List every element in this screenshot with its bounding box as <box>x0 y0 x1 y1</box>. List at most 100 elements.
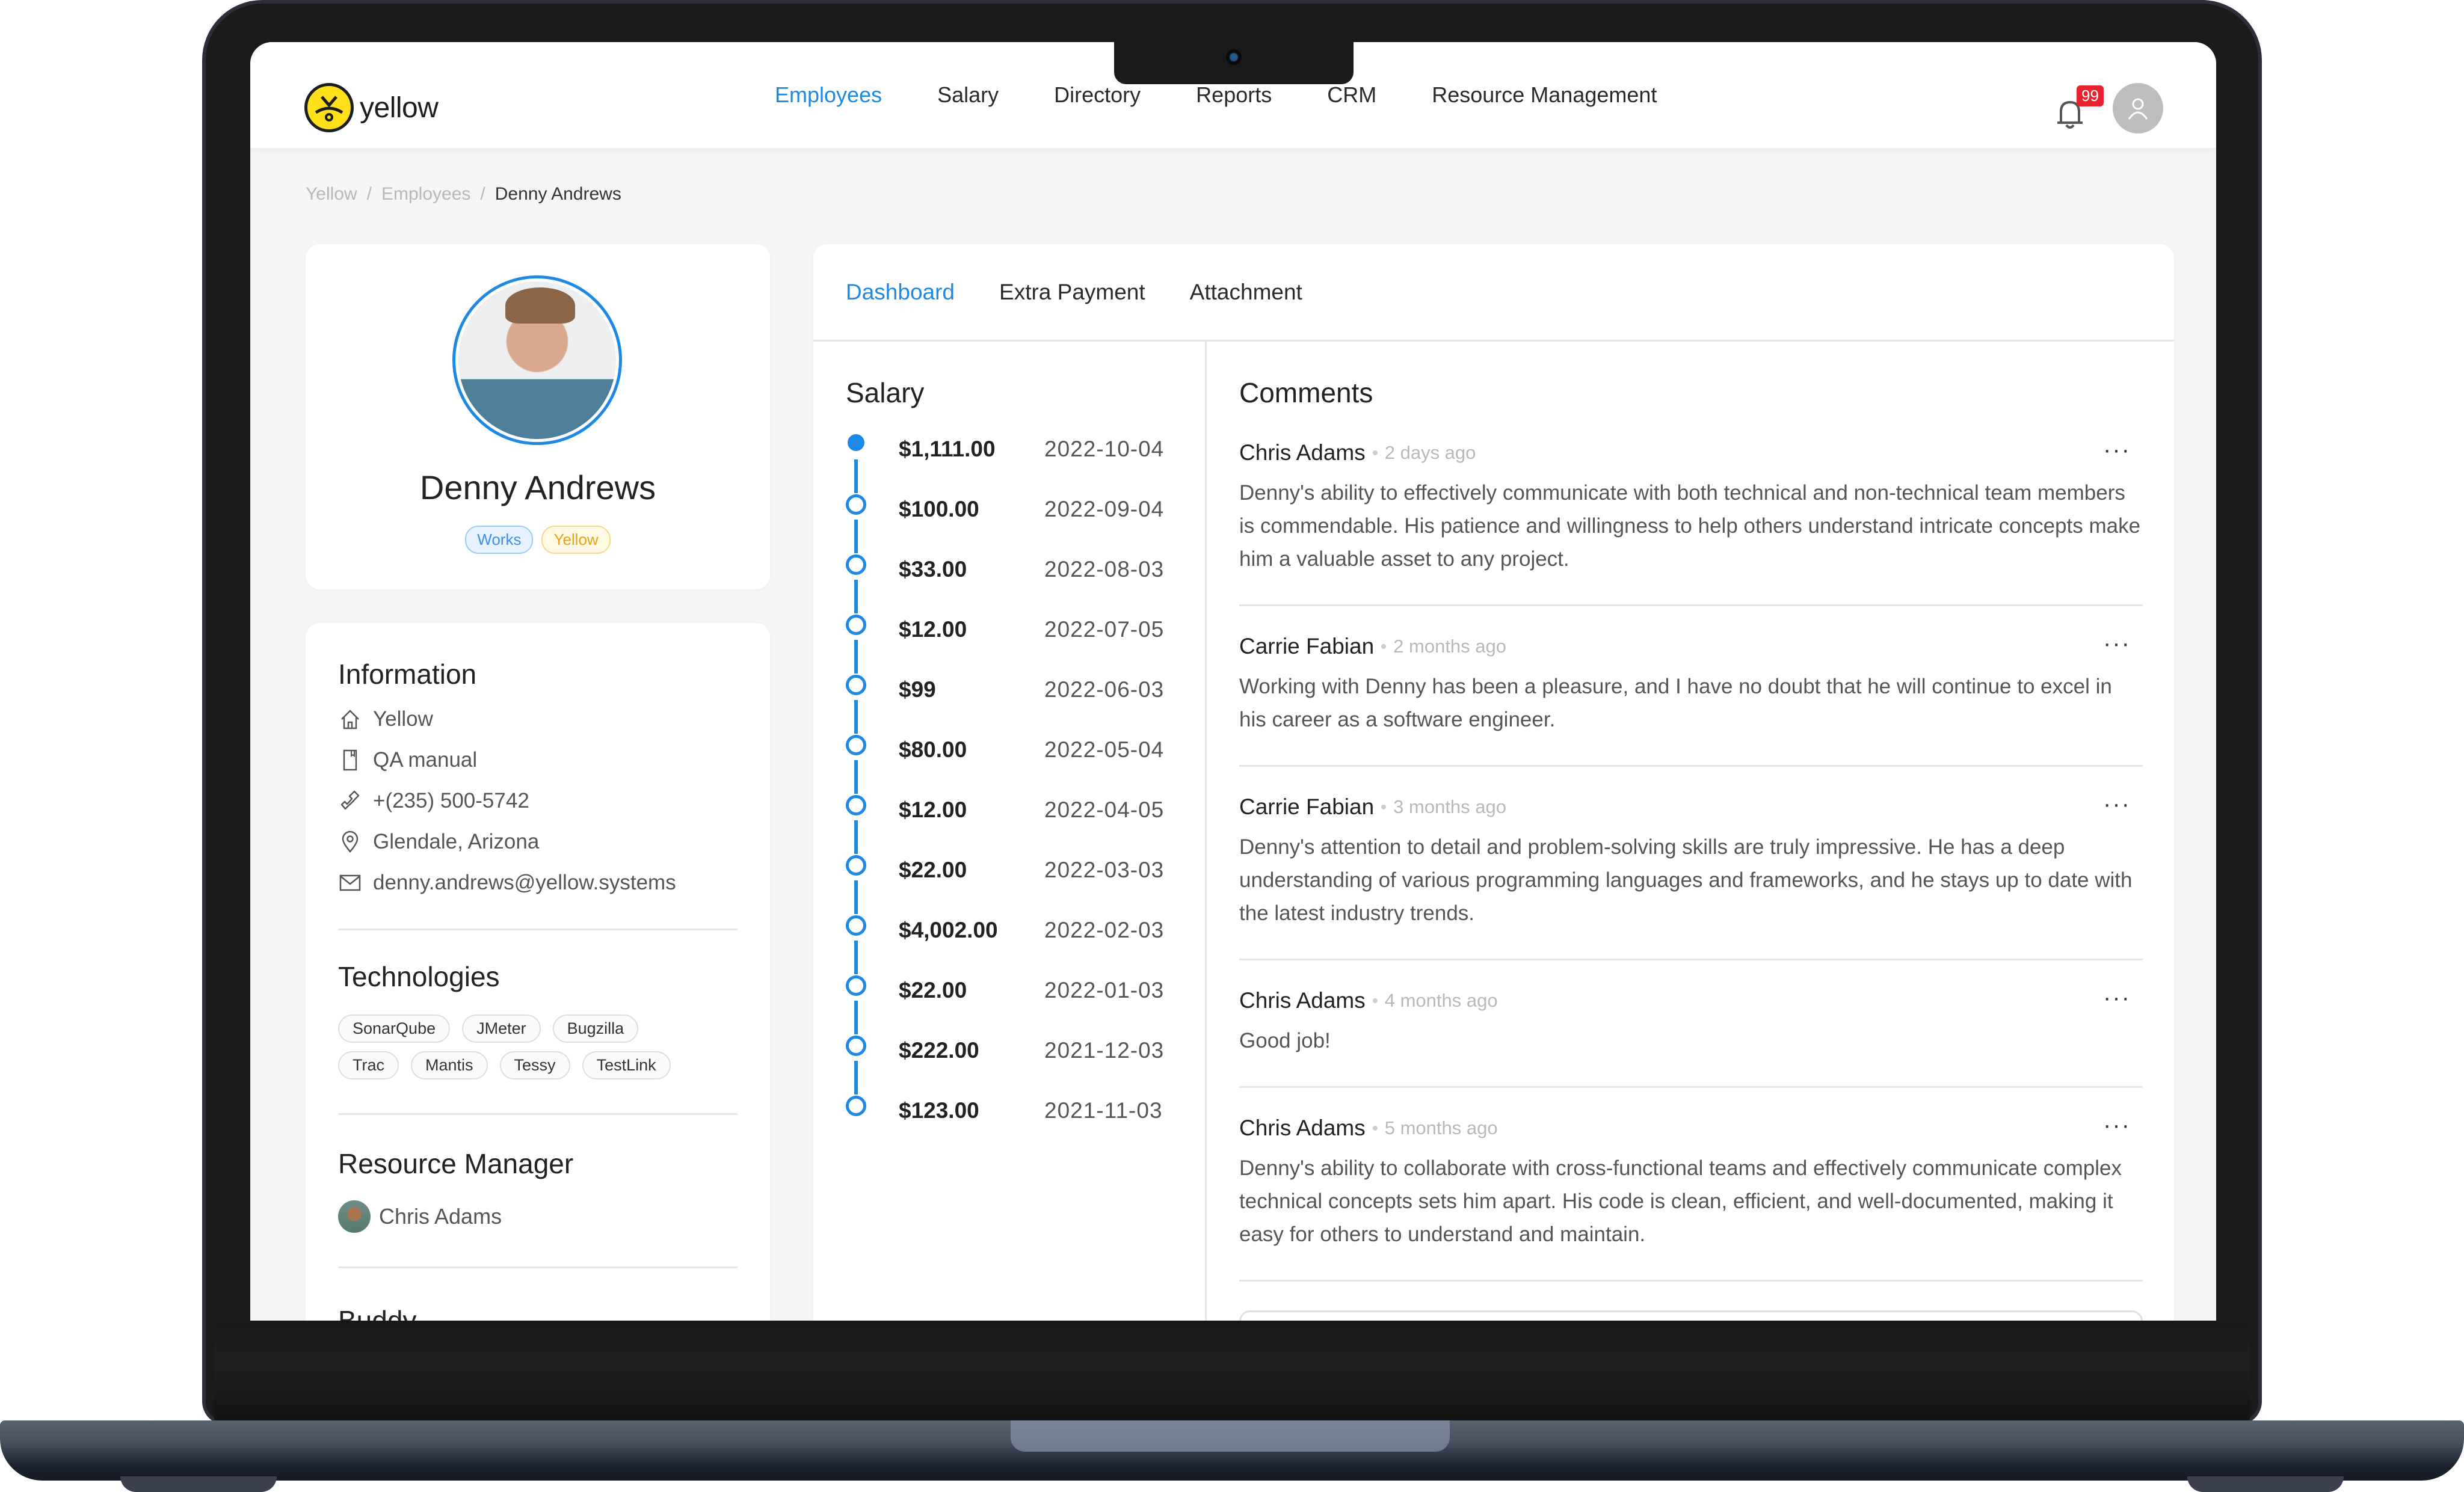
timeline-connector <box>854 640 858 674</box>
logo[interactable]: yellow <box>304 83 439 132</box>
salary-entry: $99 2022-06-03 <box>846 674 1205 734</box>
breadcrumb: Yellow / Employees / Denny Andrews <box>306 184 621 204</box>
divider <box>338 929 738 930</box>
comment-item: Carrie Fabian 2 months ago ··· Working with… <box>1239 606 2143 767</box>
info-row-phone: +(235) 500-5742 <box>338 789 738 813</box>
nav-item-employees[interactable]: Employees <box>775 82 882 108</box>
technology-chip: SonarQube <box>338 1015 451 1043</box>
tab-bar: Dashboard Extra Payment Attachment <box>813 244 2174 342</box>
salary-entry: $100.00 2022-09-04 <box>846 493 1205 553</box>
timeline-connector <box>854 580 858 613</box>
comments-list: Chris Adams 2 days ago ··· Denny's ability … <box>1239 409 2143 1282</box>
laptop-foot <box>2187 1476 2344 1492</box>
main-card: Dashboard Extra Payment Attachment Salar… <box>813 244 2174 1321</box>
salary-date: 2021-12-03 <box>1044 1038 1165 1063</box>
location-pin-icon <box>338 830 362 854</box>
separator-dot <box>1372 998 1378 1003</box>
resource-manager-name: Chris Adams <box>379 1204 502 1229</box>
resource-manager[interactable]: Chris Adams <box>338 1200 738 1233</box>
comment-timestamp: 2 months ago <box>1393 636 1507 657</box>
info-row-position: QA manual <box>338 748 738 772</box>
salary-amount: $33.00 <box>899 557 967 582</box>
technology-chip: Trac <box>338 1051 399 1079</box>
tab-dashboard[interactable]: Dashboard <box>846 280 955 305</box>
salary-entry: $22.00 2022-01-03 <box>846 974 1205 1034</box>
comment-author[interactable]: Chris Adams <box>1239 440 1366 465</box>
salary-entry: $12.00 2022-04-05 <box>846 794 1205 854</box>
info-position: QA manual <box>373 748 478 772</box>
timeline-dot <box>846 915 866 936</box>
info-email[interactable]: denny.andrews@yellow.systems <box>373 871 676 895</box>
timeline-connector <box>854 520 858 553</box>
salary-entry: $4,002.00 2022-02-03 <box>846 914 1205 974</box>
brand-name: yellow <box>360 91 439 124</box>
timeline-connector <box>854 1061 858 1094</box>
breadcrumb-separator: / <box>480 184 485 204</box>
salary-amount: $22.00 <box>899 978 967 1002</box>
comment-author[interactable]: Carrie Fabian <box>1239 634 1374 659</box>
comment-header: Carrie Fabian 2 months ago <box>1239 634 2143 659</box>
nav-item-directory[interactable]: Directory <box>1054 82 1141 108</box>
nav-item-salary[interactable]: Salary <box>937 82 999 108</box>
salary-amount: $1,111.00 <box>899 437 996 461</box>
book-icon <box>338 748 362 772</box>
breadcrumb-separator: / <box>366 184 372 204</box>
separator-dot <box>1372 450 1378 455</box>
timeline-dot <box>846 615 866 635</box>
separator-dot <box>1381 805 1387 809</box>
technologies-title: Technologies <box>338 961 500 992</box>
salary-date: 2022-02-03 <box>1044 918 1165 942</box>
buddy-title: Buddy <box>338 1305 417 1321</box>
profile-tags: Works Yellow <box>306 526 770 554</box>
comment-item: Chris Adams 2 days ago ··· Denny's ability … <box>1239 409 2143 606</box>
info-phone[interactable]: +(235) 500-5742 <box>373 789 529 813</box>
technology-chip: JMeter <box>462 1015 541 1043</box>
salary-entry: $33.00 2022-08-03 <box>846 553 1205 613</box>
timeline-dot-current <box>848 434 864 451</box>
separator-dot <box>1372 1126 1378 1131</box>
comments-title: Comments <box>1239 377 1373 408</box>
nav-item-crm[interactable]: CRM <box>1327 82 1376 108</box>
comment-author[interactable]: Chris Adams <box>1239 1116 1366 1141</box>
more-options-icon[interactable]: ··· <box>2103 630 2131 657</box>
comment-text: Working with Denny has been a pleasure, … <box>1239 675 2112 731</box>
comment-author[interactable]: Carrie Fabian <box>1239 794 1374 820</box>
comment-item: Chris Adams 5 months ago ··· Denny's abilit… <box>1239 1088 2143 1282</box>
tab-extra-payment[interactable]: Extra Payment <box>999 280 1145 305</box>
nav-item-resource-management[interactable]: Resource Management <box>1432 82 1657 108</box>
salary-date: 2022-06-03 <box>1044 677 1165 702</box>
more-options-icon[interactable]: ··· <box>2103 984 2131 1012</box>
timeline-dot <box>846 855 866 876</box>
timeline-connector <box>854 880 858 914</box>
technology-chip: TestLink <box>582 1051 671 1079</box>
breadcrumb-current: Denny Andrews <box>494 184 621 204</box>
timeline-connector <box>854 760 858 794</box>
salary-entry: $80.00 2022-05-04 <box>846 734 1205 794</box>
more-options-icon[interactable]: ··· <box>2103 1112 2131 1139</box>
information-title: Information <box>338 659 477 690</box>
comment-header: Chris Adams 2 days ago <box>1239 440 2143 465</box>
salary-amount: $12.00 <box>899 797 967 822</box>
comment-timestamp: 2 days ago <box>1384 442 1476 463</box>
logo-icon <box>304 83 354 132</box>
status-badge: Works <box>465 526 534 554</box>
salary-entry: $1,111.00 2022-10-04 <box>846 433 1205 493</box>
timeline-dot <box>846 494 866 515</box>
salary-entry: $222.00 2021-12-03 <box>846 1034 1205 1094</box>
salary-date: 2022-08-03 <box>1044 557 1165 582</box>
breadcrumb-item[interactable]: Employees <box>381 184 470 204</box>
timeline-dot <box>846 675 866 695</box>
info-row-company: Yellow <box>338 707 738 731</box>
nav-item-reports[interactable]: Reports <box>1196 82 1272 108</box>
more-options-icon[interactable]: ··· <box>2103 437 2131 464</box>
comment-input[interactable] <box>1239 1310 2143 1321</box>
more-options-icon[interactable]: ··· <box>2103 791 2131 818</box>
comment-item: Carrie Fabian 3 months ago ··· Denny's atte… <box>1239 767 2143 960</box>
comment-author[interactable]: Chris Adams <box>1239 988 1366 1013</box>
comment-text: Denny's ability to effectively communica… <box>1239 481 2141 571</box>
tab-attachment[interactable]: Attachment <box>1190 280 1302 305</box>
breadcrumb-item[interactable]: Yellow <box>306 184 357 204</box>
comment-timestamp: 5 months ago <box>1384 1117 1498 1138</box>
salary-amount: $4,002.00 <box>899 918 998 942</box>
user-avatar[interactable] <box>2113 83 2163 134</box>
